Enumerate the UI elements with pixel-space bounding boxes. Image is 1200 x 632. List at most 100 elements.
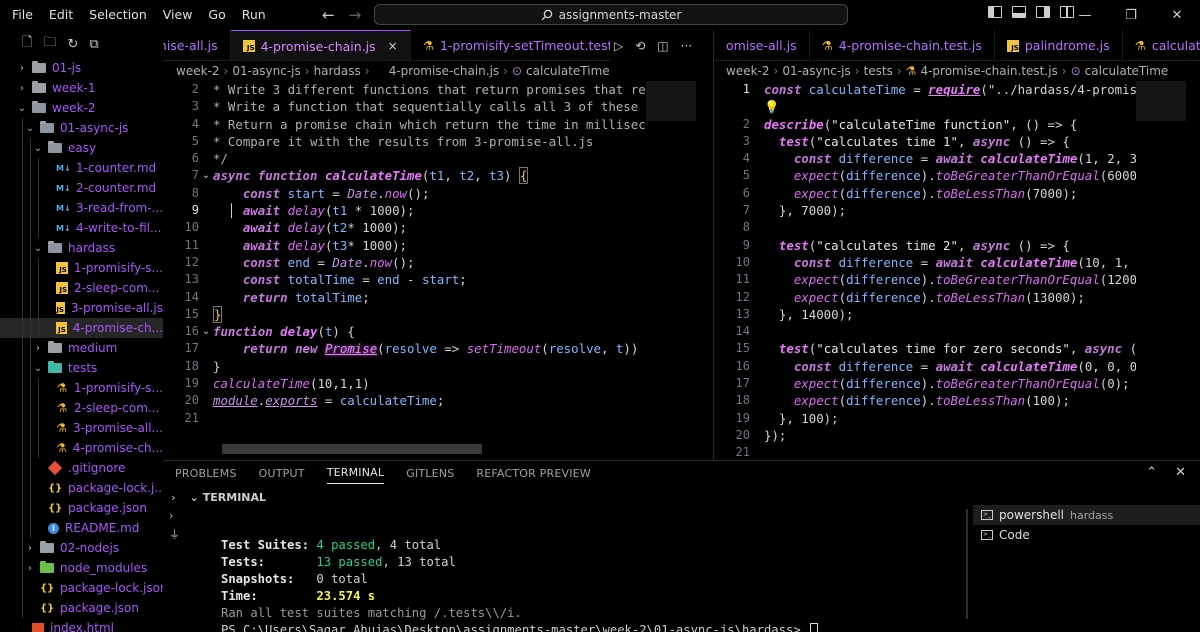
sidebar-item[interactable]: {} package-lock.json (0, 578, 163, 598)
sidebar-item[interactable]: ⚗ 3-promise-all... (0, 418, 163, 438)
breadcrumb-item[interactable]: week-2 (726, 64, 770, 78)
toggle-panel-icon[interactable] (1012, 6, 1026, 18)
menu-selection[interactable]: Selection (81, 0, 155, 30)
menu-run[interactable]: Run (234, 0, 274, 30)
sidebar-item[interactable]: {} package.json (0, 498, 163, 518)
menu-edit[interactable]: Edit (41, 0, 81, 30)
arrow-right-icon[interactable]: → (349, 6, 362, 24)
chevron-right-icon[interactable]: › (32, 343, 44, 354)
sidebar-item[interactable]: JS 4-promise-ch... (0, 318, 163, 338)
toggle-secondary-sidebar-icon[interactable] (1036, 6, 1050, 18)
chevron-down-icon[interactable]: ⌄ (16, 103, 28, 114)
run-icon[interactable]: ▷ (614, 39, 623, 53)
panel-tab[interactable]: REFACTOR PREVIEW (476, 467, 590, 480)
sidebar-item[interactable]: .gitignore (0, 458, 163, 478)
fold-chevron-icon[interactable]: ⌄ (199, 167, 213, 184)
menu-go[interactable]: Go (200, 0, 233, 30)
panel-tab[interactable]: GITLENS (406, 467, 454, 480)
breadcrumb-item[interactable]: 4-promise-chain.js (389, 64, 499, 78)
chevron-right-icon[interactable]: › (24, 543, 36, 554)
sidebar-item[interactable]: › node_modules (0, 558, 163, 578)
chevron-right-icon[interactable]: › (16, 63, 28, 74)
chevron-right-icon[interactable]: › (16, 83, 28, 94)
plug-icon[interactable]: ⏚ (169, 526, 180, 542)
sidebar-item[interactable]: ⌄ 01-async-js (0, 118, 163, 138)
horizontal-scrollbar[interactable] (222, 444, 482, 454)
editor-tab[interactable]: ⚗ 1-promisify-setTimeout.test.js (411, 30, 610, 60)
sidebar-item[interactable]: › 02-nodejs (0, 538, 163, 558)
chevron-down-icon[interactable]: ⌄ (24, 123, 36, 134)
breadcrumb-item[interactable]: tests (864, 64, 893, 78)
sidebar-item[interactable]: JS 1-promisify-s... (0, 258, 163, 278)
sidebar-item[interactable]: ⚗ 2-sleep-com... (0, 398, 163, 418)
new-file-icon[interactable]: 🗋 (22, 33, 32, 55)
chevron-right-icon[interactable]: › (171, 491, 176, 504)
sidebar-item[interactable]: ⌄ tests (0, 358, 163, 378)
left-minimap[interactable] (646, 81, 696, 121)
more-actions-icon[interactable]: ··· (681, 39, 692, 53)
panel-tab[interactable]: TERMINAL (326, 466, 385, 484)
collapse-all-icon[interactable]: ⧉ (89, 37, 98, 52)
terminal-instance[interactable]: >_ powershell hardass (973, 505, 1200, 525)
arrow-left-icon[interactable]: ← (322, 6, 335, 24)
sidebar-item[interactable]: ⚗ 1-promisify-s... (0, 378, 163, 398)
editor-tab[interactable]: omise-all.js (714, 30, 810, 60)
breadcrumb-item[interactable]: hardass (314, 64, 361, 78)
sidebar-item[interactable]: index.html (0, 618, 163, 632)
panel-tab[interactable]: OUTPUT (259, 467, 305, 480)
breadcrumb-item[interactable]: 4-promise-chain.test.js (920, 64, 1057, 78)
breadcrumb-item[interactable]: 01-async-js (232, 64, 300, 78)
chevron-down-icon[interactable]: ⌄ (32, 243, 44, 254)
chevron-down-icon[interactable]: ⌄ (32, 143, 44, 154)
close-button[interactable]: ✕ (1154, 0, 1200, 30)
editor-tab[interactable]: JS 4-promise-chain.js × (230, 30, 411, 60)
sidebar-item[interactable]: ⌄ easy (0, 138, 163, 158)
minimize-button[interactable]: — (1062, 0, 1108, 30)
breadcrumb-item[interactable]: week-2 (176, 64, 220, 78)
sidebar-item[interactable]: ⌄ hardass (0, 238, 163, 258)
close-panel-icon[interactable]: ✕ (1175, 465, 1186, 480)
new-folder-icon[interactable]: 🗀 (43, 33, 56, 55)
toggle-primary-sidebar-icon[interactable] (988, 6, 1002, 18)
fold-chevron-icon[interactable]: ⌄ (199, 323, 213, 340)
chevron-right-icon[interactable]: › (24, 563, 36, 574)
panel-tab[interactable]: PROBLEMS (175, 467, 237, 480)
sidebar-item[interactable]: {} package-lock.j... (0, 478, 163, 498)
menu-view[interactable]: View (155, 0, 201, 30)
menu-file[interactable]: File (4, 0, 41, 30)
sidebar-item[interactable]: i README.md (0, 518, 163, 538)
sidebar-item[interactable]: M↓ 4-write-to-fil... (0, 218, 163, 238)
close-icon[interactable]: × (388, 39, 398, 53)
sidebar-item[interactable]: › 01-js (0, 58, 163, 78)
lightbulb-icon[interactable]: 💡 (764, 98, 779, 115)
command-center-search[interactable]: assignments-master (374, 4, 848, 25)
breadcrumb-item[interactable]: 01-async-js (782, 64, 850, 78)
chevron-down-icon[interactable]: ⌄ (190, 491, 199, 504)
split-editor-icon[interactable]: ◫ (657, 39, 668, 53)
editor-tab[interactable]: ⚗ calculate (1123, 30, 1200, 60)
left-code-editor[interactable]: 2 * Write 3 different functions that retu… (163, 81, 646, 441)
sidebar-item[interactable]: ⚗ 4-promise-ch... (0, 438, 163, 458)
editor-tab[interactable]: JS palindrome.js (995, 30, 1123, 60)
timeline-icon[interactable]: ⟲ (635, 39, 645, 53)
sidebar-item[interactable]: {} package.json (0, 598, 163, 618)
refresh-icon[interactable]: ↻ (67, 37, 78, 52)
sidebar-item[interactable]: JS 2-sleep-com... (0, 278, 163, 298)
breadcrumb-item[interactable]: calculateTime (526, 64, 610, 78)
breadcrumb-item[interactable]: calculateTime (1085, 64, 1169, 78)
chevron-down-icon[interactable]: ⌄ (32, 363, 44, 374)
restore-button[interactable]: ❐ (1108, 0, 1154, 30)
terminal-instance[interactable]: >_ Code (973, 525, 1200, 545)
right-minimap[interactable] (1136, 81, 1186, 121)
maximize-panel-icon[interactable]: ⌃ (1146, 465, 1157, 480)
sidebar-item[interactable]: › medium (0, 338, 163, 358)
sidebar-item[interactable]: M↓ 3-read-from-... (0, 198, 163, 218)
sidebar-item[interactable]: ⌄ week-2 (0, 98, 163, 118)
chevron-right-icon[interactable]: › (169, 509, 180, 522)
terminal-output[interactable]: Test Suites: 4 passed, 4 total Tests: 13… (221, 537, 819, 632)
sidebar-item[interactable]: › week-1 (0, 78, 163, 98)
editor-tab[interactable]: omise-all.js (163, 30, 231, 60)
sidebar-item[interactable]: M↓ 1-counter.md (0, 158, 163, 178)
right-code-editor[interactable]: 1 const calculateTime = require("../harda… (714, 81, 1136, 456)
editor-tab[interactable]: ⚗ 4-promise-chain.test.js (810, 30, 995, 60)
